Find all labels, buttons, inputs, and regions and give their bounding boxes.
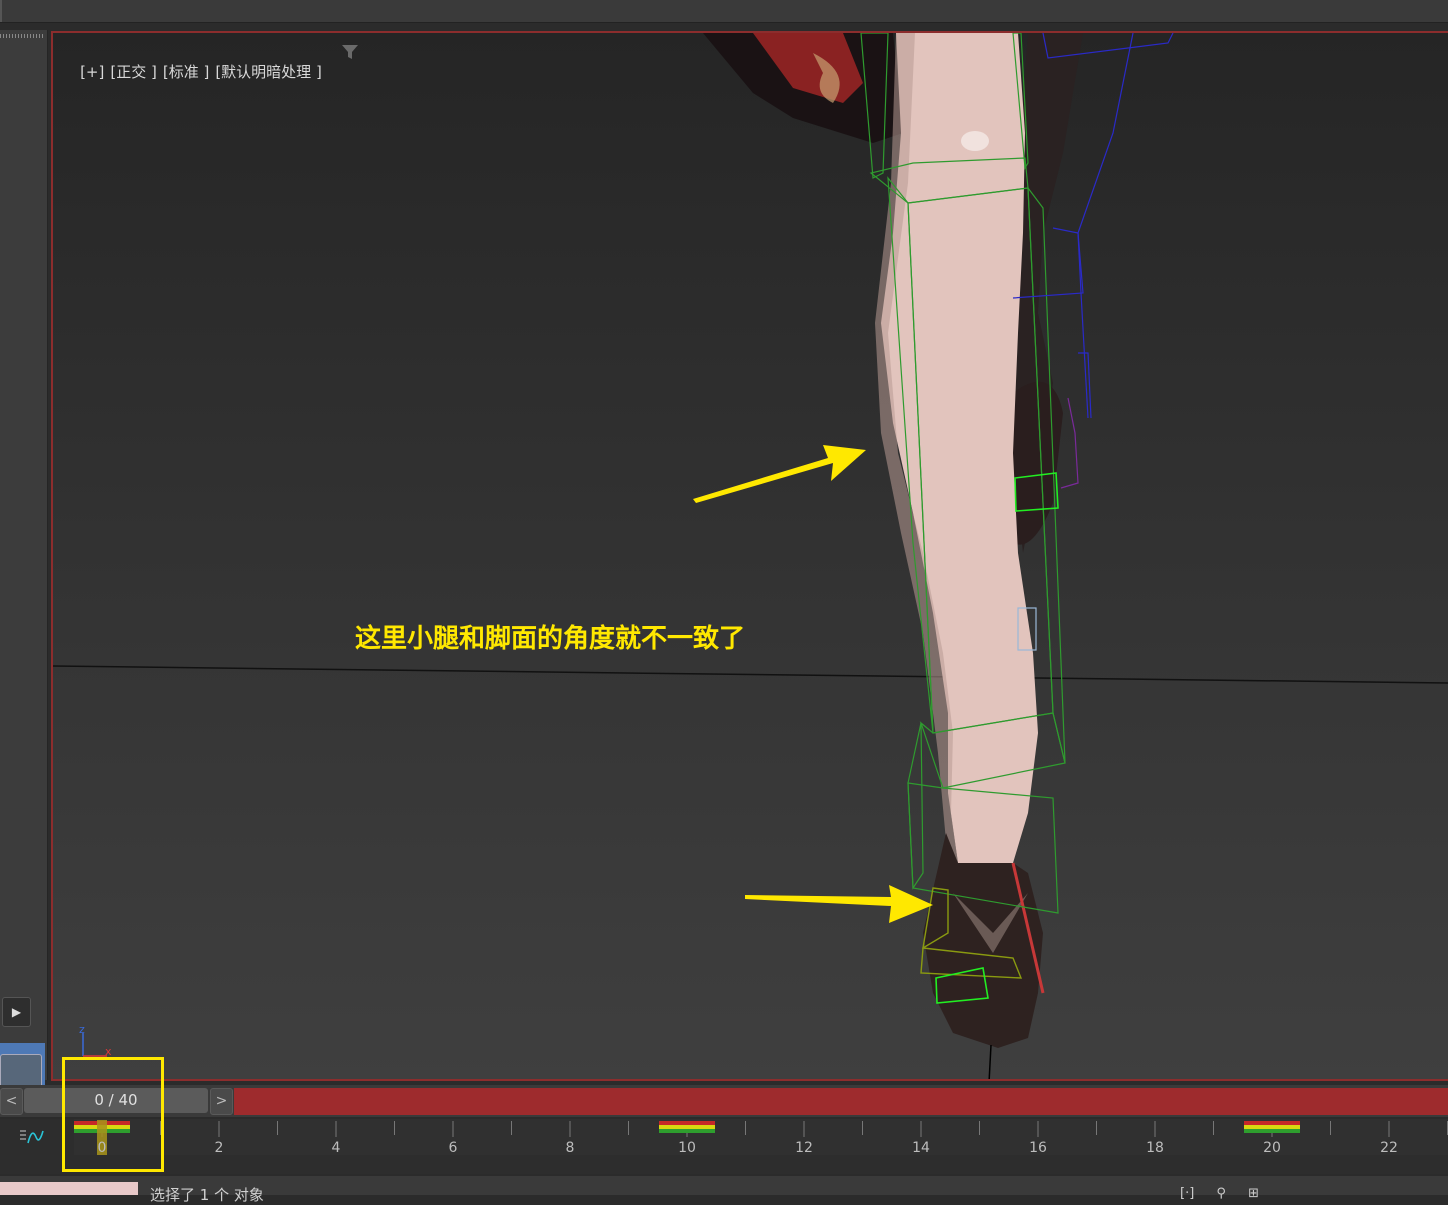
keyframe-marker	[1244, 1121, 1300, 1133]
front-shoe-mesh	[923, 833, 1043, 1048]
ground-line	[53, 665, 1448, 684]
zoom-extents-icon[interactable]: [·]	[1180, 1186, 1194, 1201]
annotation-arrows	[693, 445, 933, 923]
status-icons: [·] ⚲ ⊞	[1180, 1186, 1259, 1201]
keyframe-marker	[659, 1121, 715, 1133]
viewport-view-label[interactable]: [正交 ]	[110, 63, 156, 81]
ruler-tick-label: 16	[1029, 1140, 1047, 1156]
time-slider[interactable]: < 0 / 40 >	[0, 1085, 1448, 1117]
trackbar-ruler[interactable]: 0 2 4 6 8 10 12 14 16 18 20 22	[0, 1119, 1448, 1174]
filter-icon[interactable]	[341, 44, 359, 60]
annotation-text: 这里小腿和脚面的角度就不一致了	[355, 624, 746, 654]
ruler-tick-label: 6	[449, 1140, 458, 1156]
play-icon[interactable]: ▶	[2, 997, 31, 1027]
ruler-background	[74, 1119, 1448, 1155]
viewport-labels[interactable]: [+] [正交 ] [标准 ] [默认明暗处理 ]	[61, 43, 328, 100]
left-command-panel: ▶	[0, 30, 48, 1108]
viewport-layout-icon[interactable]: ⊞	[1248, 1186, 1259, 1201]
toolbar-separator	[0, 0, 2, 22]
ruler-tick-label: 2	[215, 1140, 224, 1156]
status-swatch[interactable]	[0, 1182, 138, 1195]
viewport-scene	[53, 33, 1448, 1079]
next-frame-button[interactable]: >	[210, 1088, 233, 1115]
axis-z-label: z	[79, 1023, 85, 1036]
panel-grip[interactable]	[0, 34, 44, 38]
highlight-box	[62, 1057, 164, 1172]
pan-icon[interactable]: ⚲	[1216, 1186, 1226, 1201]
ruler-tick-label: 18	[1146, 1140, 1164, 1156]
time-slider-track[interactable]	[234, 1088, 1448, 1115]
viewport-front[interactable]: [+] [正交 ] [标准 ] [默认明暗处理 ] 这里小腿和脚面的角度就不一致了 z…	[51, 31, 1448, 1081]
ruler-tick-label: 14	[912, 1140, 930, 1156]
ruler-tick-label: 4	[332, 1140, 341, 1156]
trackbar[interactable]: 0 2 4 6 8 10 12 14 16 18 20 22	[0, 1119, 1448, 1174]
prev-frame-button[interactable]: <	[0, 1088, 23, 1115]
status-bar: 选择了 1 个 对象 [·] ⚲ ⊞	[0, 1176, 1448, 1204]
ruler-tick-label: 20	[1263, 1140, 1281, 1156]
ruler-tick-label: 12	[795, 1140, 813, 1156]
ruler-tick-label: 8	[566, 1140, 575, 1156]
ruler-tick-label: 10	[678, 1140, 696, 1156]
viewport-menu-plus[interactable]: [+]	[80, 63, 104, 81]
viewport-shading-label[interactable]: [默认明暗处理 ]	[215, 63, 321, 81]
viewport-mode-label[interactable]: [标准 ]	[163, 63, 209, 81]
top-toolbar	[0, 0, 1448, 23]
ruler-tick-label: 22	[1380, 1140, 1398, 1156]
